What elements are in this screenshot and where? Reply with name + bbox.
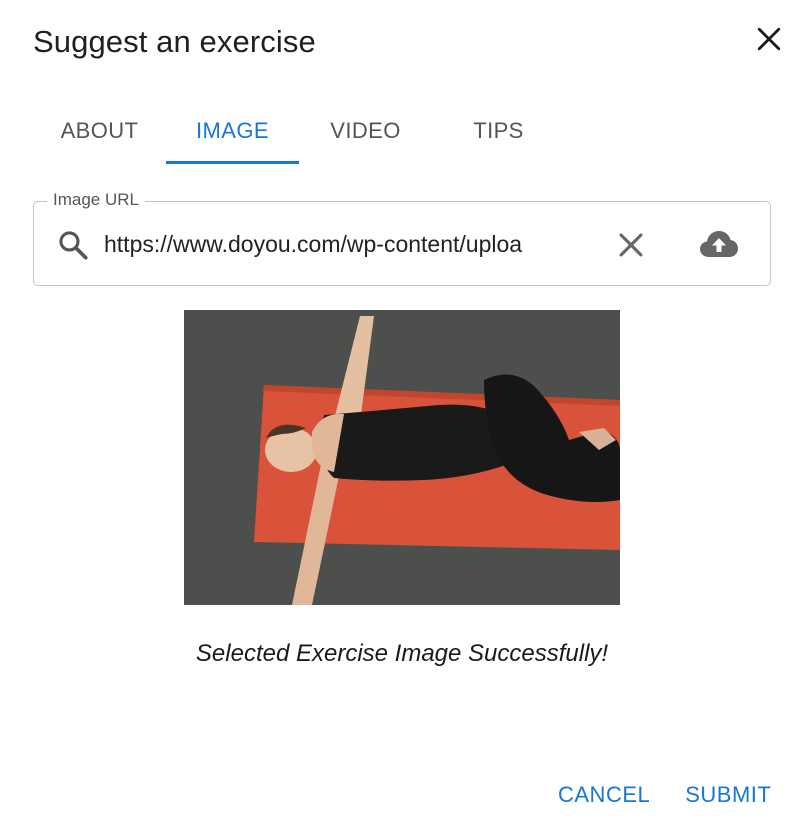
cancel-button[interactable]: CANCEL [548, 778, 660, 812]
status-message: Selected Exercise Image Successfully! [195, 640, 609, 667]
dialog-actions: CANCEL SUBMIT [548, 778, 781, 812]
tab-image[interactable]: IMAGE [166, 100, 299, 164]
tab-tips[interactable]: TIPS [432, 100, 565, 162]
submit-button[interactable]: SUBMIT [675, 778, 781, 812]
tab-video[interactable]: VIDEO [299, 100, 432, 162]
image-url-input[interactable] [104, 224, 594, 264]
image-url-field[interactable]: Image URL [33, 190, 771, 286]
dialog-title: Suggest an exercise [33, 24, 316, 59]
search-icon [59, 231, 88, 260]
close-icon [757, 27, 781, 51]
tab-bar: ABOUT IMAGE VIDEO TIPS [33, 100, 565, 164]
suggest-exercise-dialog: Suggest an exercise ABOUT IMAGE VIDEO TI… [0, 0, 800, 822]
close-button[interactable] [752, 22, 786, 56]
cloud-upload-icon[interactable] [698, 226, 740, 264]
image-url-label: Image URL [47, 190, 145, 210]
exercise-photo [184, 310, 620, 605]
clear-icon[interactable] [614, 228, 648, 262]
tab-about[interactable]: ABOUT [33, 100, 166, 162]
